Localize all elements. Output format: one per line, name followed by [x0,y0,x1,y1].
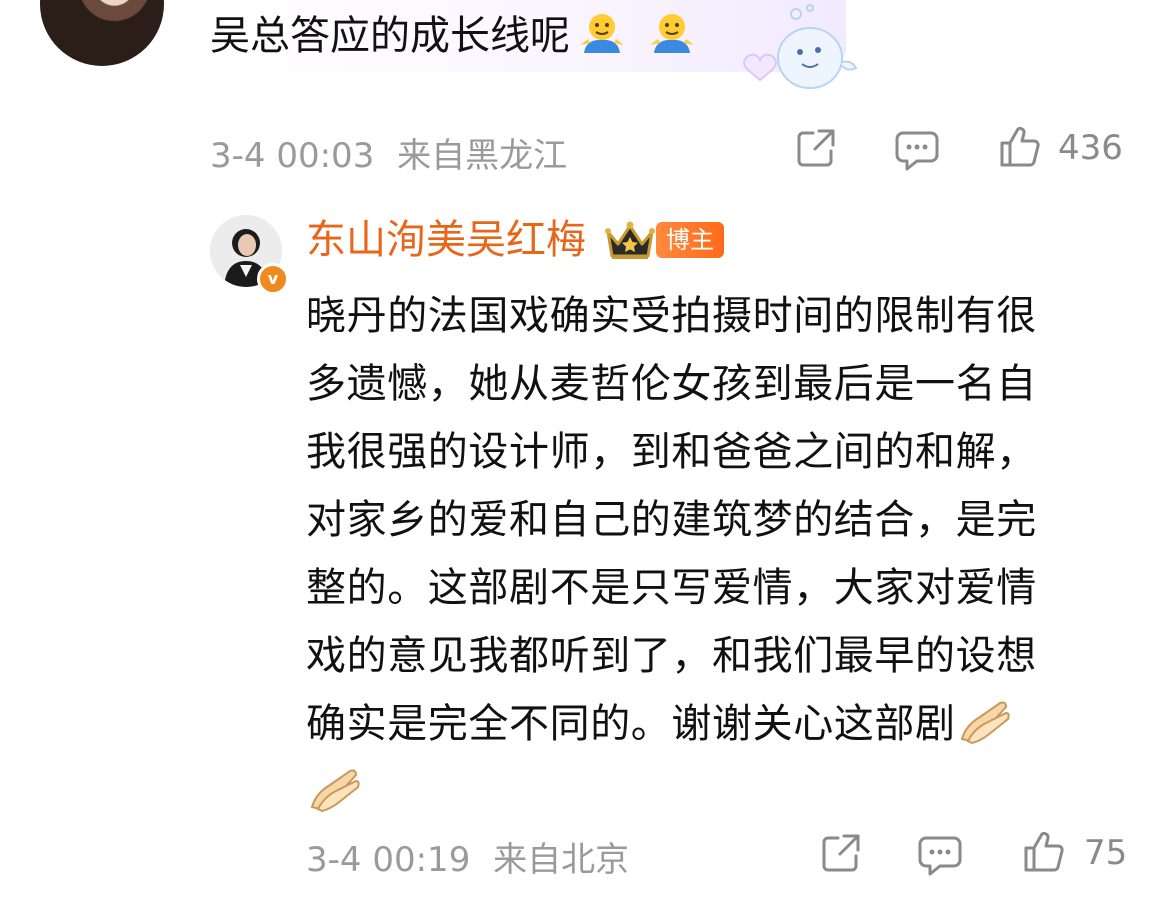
person-shrugging-emoji [580,14,624,53]
comment-text: 吴总答应的成长线呢 [210,8,696,64]
crown-icon [605,221,655,259]
like-count: 436 [1058,128,1123,168]
reply-line: 确实是完全不同的。谢谢关心这部剧 [306,701,956,747]
comment-timestamp: 3-4 00:03 [210,136,375,176]
reply-line-with-emoji: 确实是完全不同的。谢谢关心这部剧 [306,690,1118,758]
avatar[interactable] [40,0,164,66]
verified-badge: v [257,263,289,295]
comment-icon[interactable] [918,834,962,876]
reply-line-emoji [306,758,1118,826]
thumbs-up-icon[interactable] [1022,830,1066,874]
comment-meta: 3-4 00:03 来自黑龙江 [210,128,567,177]
author-name[interactable]: 东山洵美吴红梅 [306,212,586,268]
reply-location: 来自北京 [493,840,630,880]
mascot-sticker [743,4,858,89]
folded-hands-emoji [310,769,360,813]
reply-line: 我很强的设计师，到和爸爸之间的和解， [306,429,1037,475]
share-icon[interactable] [795,127,837,169]
reply-timestamp: 3-4 00:19 [306,840,471,880]
person-shrugging-emoji [650,14,694,53]
reply-text: 晓丹的法国戏确实受拍摄时间的限制有很 多遗憾，她从麦哲伦女孩到最后是一名自 我很… [306,282,1118,826]
share-icon[interactable] [820,832,862,874]
reply-line: 晓丹的法国戏确实受拍摄时间的限制有很 [306,293,1037,339]
folded-hands-emoji [960,701,1010,745]
owner-badge: 博主 [656,222,724,258]
reply-line: 多遗憾，她从麦哲伦女孩到最后是一名自 [306,361,1037,407]
reply-line: 整的。这部剧不是只写爱情，大家对爱情 [306,565,1037,611]
like-count: 75 [1084,833,1128,873]
reply-line: 戏的意见我都听到了，和我们最早的设想 [306,633,1037,679]
reply-meta: 3-4 00:19 来自北京 [306,832,629,881]
reply-line: 对家乡的爱和自己的建筑梦的结合，是完 [306,497,1037,543]
comment-icon[interactable] [895,129,939,171]
thumbs-up-icon[interactable] [998,125,1042,169]
comment-location: 来自黑龙江 [397,136,568,176]
comment-body: 吴总答应的成长线呢 [210,13,570,59]
comment-thread: 吴总答应的成长线呢 3-4 00:03 来自黑龙江 436 v 东山洵美吴红梅 … [0,0,1170,901]
